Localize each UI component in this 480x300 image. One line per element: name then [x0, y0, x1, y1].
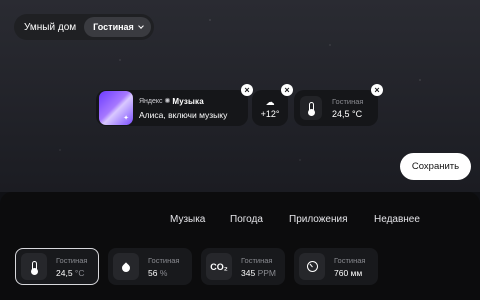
pressure-gauge-icon [299, 253, 325, 280]
temperature-widget-value: 24,5 °C [332, 109, 363, 119]
device-room: Гостиная [334, 255, 366, 265]
device-card-pressure[interactable]: Гостиная 760 мм [294, 248, 378, 285]
remove-weather-widget-close-icon[interactable]: × [281, 84, 293, 96]
co2-icon: CO₂ [206, 253, 232, 280]
tab-recent[interactable]: Недавнее [374, 214, 420, 225]
tab-smart-home-label: Умный дом [24, 21, 77, 33]
save-button[interactable]: Сохранить [400, 153, 471, 180]
brand-name: Музыка [172, 96, 204, 106]
brand-star-icon: ✺ [164, 98, 171, 105]
tab-apps[interactable]: Приложения [289, 214, 348, 225]
snow-cloud-icon: ☁︎ [265, 97, 275, 107]
room-selector-dropdown[interactable]: Гостиная [84, 17, 151, 37]
category-tabs: Умный дом Гостиная [14, 14, 154, 40]
device-room: Гостиная [241, 255, 273, 265]
device-unit: % [159, 267, 168, 278]
device-card-co2[interactable]: CO₂ Гостиная 345 PPM [201, 248, 285, 285]
device-value: 56 [148, 267, 158, 278]
room-selector-label: Гостиная [93, 22, 134, 32]
music-brand: Яндекс ✺ Музыка [139, 97, 227, 106]
music-widget-title: Алиса, включи музыку [139, 109, 228, 120]
weather-temperature: +12° [260, 109, 280, 119]
device-value: 24,5 [56, 267, 73, 278]
device-unit: PPM [257, 267, 276, 278]
tab-weather[interactable]: Погода [230, 214, 263, 225]
device-room: Гостиная [56, 255, 88, 265]
device-card-temperature[interactable]: Гостиная 24,5 °C [15, 248, 99, 285]
tab-smart-home[interactable]: Умный дом Гостиная [14, 14, 154, 40]
weather-widget[interactable]: ☁︎ +12° × [252, 84, 293, 126]
music-widget[interactable]: ✦ Яндекс ✺ Музыка Алиса, включи музыку × [96, 84, 253, 126]
temperature-widget[interactable]: Гостиная 24,5 °C × [294, 84, 383, 126]
brand-prefix: Яндекс [139, 97, 163, 105]
remove-temperature-widget-close-icon[interactable]: × [371, 84, 383, 96]
device-card-humidity[interactable]: Гостиная 56 % [108, 248, 192, 285]
device-room: Гостиная [148, 255, 180, 265]
music-cover-icon: ✦ [99, 91, 133, 125]
device-value: 345 [241, 267, 256, 278]
temperature-widget-room: Гостиная [332, 97, 364, 106]
chevron-down-icon [137, 23, 144, 29]
thermometer-icon [21, 253, 47, 280]
tab-music[interactable]: Музыка [170, 214, 205, 225]
humidity-drop-icon [113, 253, 139, 280]
device-unit: °C [74, 267, 85, 278]
thermometer-icon [300, 96, 322, 120]
device-value: 760 мм [334, 267, 363, 278]
remove-music-widget-close-icon[interactable]: × [241, 84, 253, 96]
